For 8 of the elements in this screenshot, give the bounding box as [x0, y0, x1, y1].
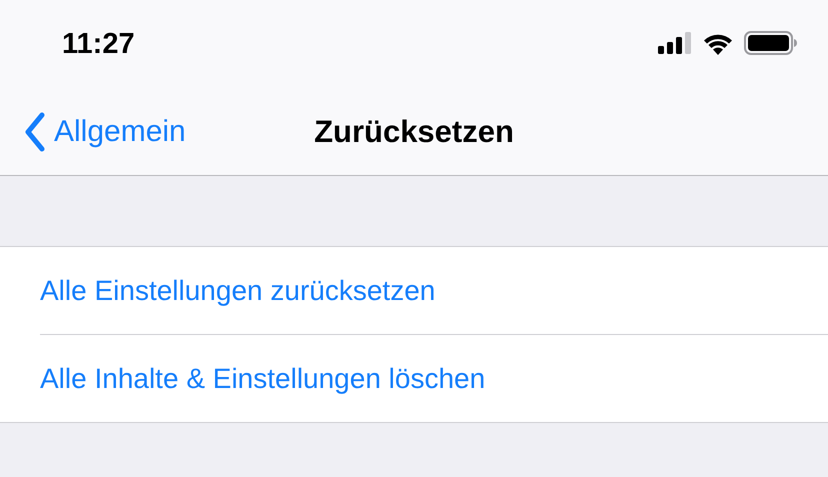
reset-option[interactable]: Alle Inhalte & Einstellungen löschen [40, 362, 486, 394]
battery-icon [744, 31, 798, 55]
status-time: 11:27 [62, 28, 135, 60]
reset-option[interactable]: Alle Einstellungen zurücksetzen [40, 274, 436, 306]
signal-icon [658, 32, 692, 54]
chevron-left-icon [24, 112, 46, 152]
page-title: Zurücksetzen [314, 114, 514, 150]
back-button[interactable]: Allgemein [0, 112, 186, 152]
